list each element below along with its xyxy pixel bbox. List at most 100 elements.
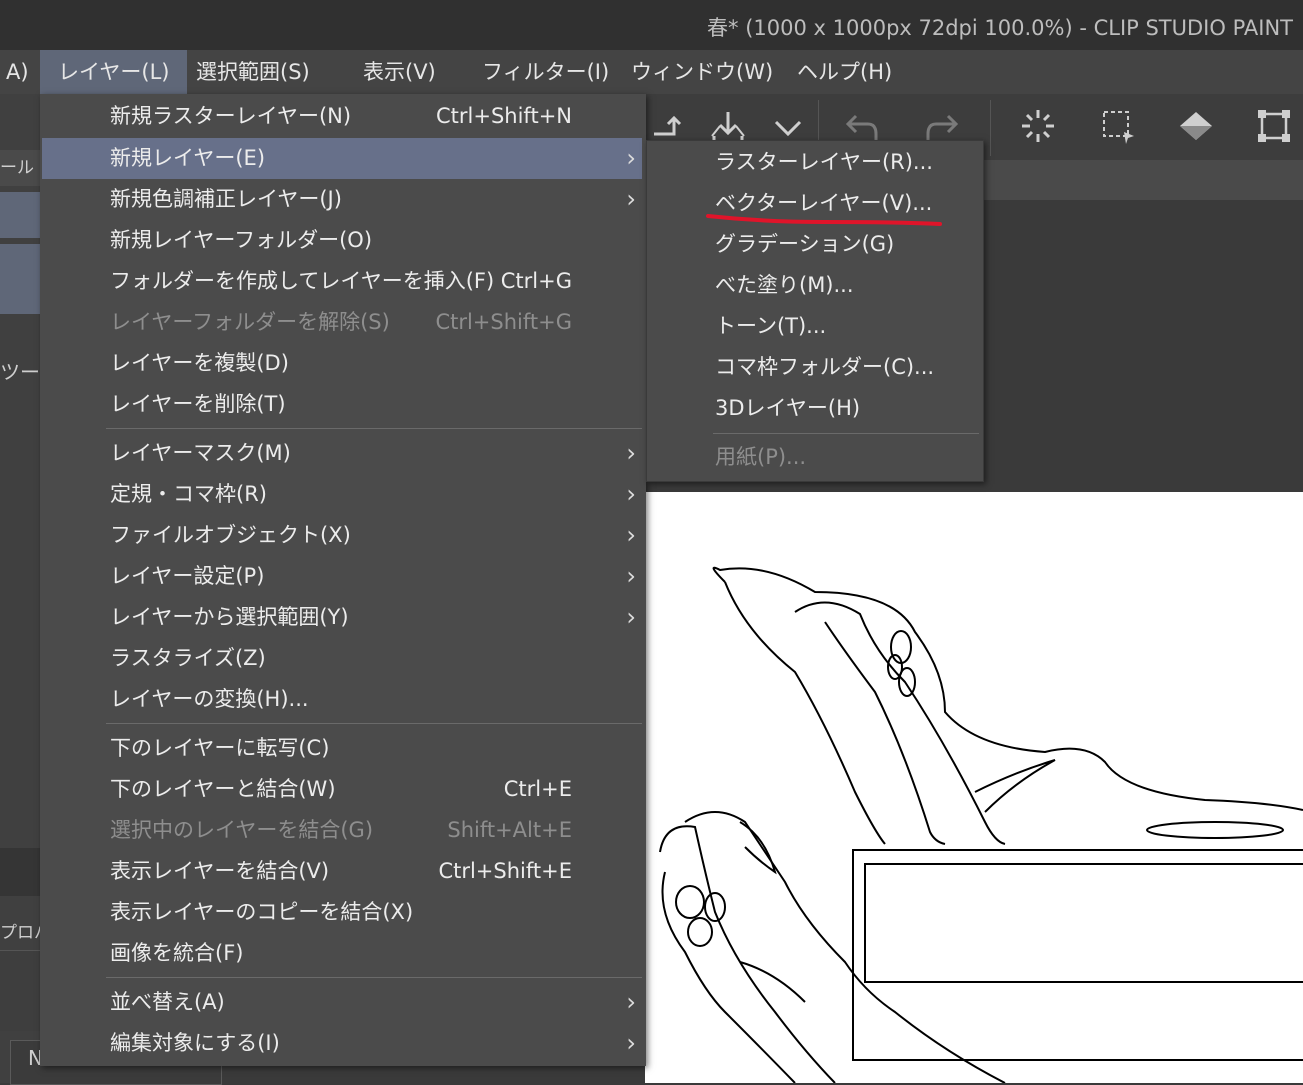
- menu-item-label: 新規ラスターレイヤー(N): [110, 104, 352, 128]
- menu-item-layer-settings[interactable]: レイヤー設定(P) ›: [42, 556, 642, 597]
- menu-item-label: 選択中のレイヤーを結合(G): [110, 818, 374, 842]
- menu-item-new-correction-layer[interactable]: 新規色調補正レイヤー(J) ›: [42, 179, 642, 220]
- chevron-right-icon: ›: [626, 603, 636, 631]
- red-annotation-underline: [706, 214, 942, 226]
- new-layer-submenu: ラスターレイヤー(R)... ベクターレイヤー(V)... グラデーション(G)…: [646, 140, 984, 482]
- submenu-item-label: べた塗り(M)...: [715, 273, 854, 297]
- chevron-right-icon: ›: [626, 988, 636, 1016]
- toolbar-separator: [990, 100, 991, 156]
- menu-item-shortcut: Ctrl+E: [503, 777, 572, 801]
- line-art-drawing: [659, 566, 1303, 1083]
- menu-separator: [106, 428, 642, 429]
- menu-item-new-layer-folder[interactable]: 新規レイヤーフォルダー(O): [42, 220, 642, 261]
- menu-item-set-edit-target[interactable]: 編集対象にする(I) ›: [42, 1023, 642, 1064]
- menubar-item-help[interactable]: ヘルプ(H): [791, 50, 898, 94]
- menu-item-merge-selected[interactable]: 選択中のレイヤーを結合(G) Shift+Alt+E: [42, 810, 642, 851]
- menubar-item-layer[interactable]: レイヤー(L): [40, 50, 188, 94]
- menu-item-label: ラスタライズ(Z): [110, 646, 266, 670]
- menu-item-selection-from-layer[interactable]: レイヤーから選択範囲(Y) ›: [42, 597, 642, 638]
- menu-item-merge-visible[interactable]: 表示レイヤーを結合(V) Ctrl+Shift+E: [42, 851, 642, 892]
- menubar-item-filter[interactable]: フィルター(I): [476, 50, 615, 94]
- select-all-icon[interactable]: [1098, 106, 1138, 146]
- menu-item-label: 新規レイヤーフォルダー(O): [110, 228, 373, 252]
- menu-item-rasterize[interactable]: ラスタライズ(Z): [42, 638, 642, 679]
- menu-item-label: レイヤーの変換(H)...: [110, 687, 309, 711]
- submenu-item-frame-folder[interactable]: コマ枠フォルダー(C)...: [647, 347, 983, 388]
- menu-item-ruler-frame[interactable]: 定規・コマ枠(R) ›: [42, 474, 642, 515]
- submenu-item-label: トーン(T)...: [715, 314, 827, 338]
- menu-item-create-folder-insert[interactable]: フォルダーを作成してレイヤーを挿入(F) Ctrl+G: [42, 261, 642, 302]
- submenu-item-paper[interactable]: 用紙(P)...: [647, 437, 983, 478]
- menu-item-label: 編集対象にする(I): [110, 1031, 280, 1055]
- menu-item-label: レイヤーマスク(M): [110, 441, 291, 465]
- menu-item-merge-below[interactable]: 下のレイヤーと結合(W) Ctrl+E: [42, 769, 642, 810]
- menu-item-shortcut: Ctrl+Shift+E: [438, 859, 572, 883]
- chevron-right-icon: ›: [626, 521, 636, 549]
- submenu-item-3d-layer[interactable]: 3Dレイヤー(H): [647, 388, 983, 429]
- menu-separator: [106, 723, 642, 724]
- submenu-item-fill[interactable]: べた塗り(M)...: [647, 265, 983, 306]
- transform-icon[interactable]: [1254, 106, 1294, 146]
- submenu-item-label: ラスターレイヤー(R)...: [715, 150, 933, 174]
- menu-item-label: レイヤーフォルダーを解除(S): [110, 310, 390, 334]
- chevron-right-icon: ›: [626, 480, 636, 508]
- menu-item-convert-layer[interactable]: レイヤーの変換(H)...: [42, 679, 642, 720]
- submenu-item-tone[interactable]: トーン(T)...: [647, 306, 983, 347]
- menu-item-label: 画像を統合(F): [110, 941, 244, 965]
- menu-item-label: レイヤーから選択範囲(Y): [110, 605, 349, 629]
- fill-icon[interactable]: [1176, 106, 1216, 146]
- panel-divider: [0, 848, 40, 896]
- selection-launcher-icon[interactable]: [1018, 106, 1058, 146]
- submenu-separator: [713, 433, 979, 434]
- menu-item-label: 新規色調補正レイヤー(J): [110, 187, 342, 211]
- menu-item-delete-layer[interactable]: レイヤーを削除(T): [42, 384, 642, 425]
- tool-panel-tab[interactable]: ール: [0, 150, 40, 186]
- menubar-item-window[interactable]: ウィンドウ(W): [625, 50, 779, 94]
- menu-item-file-object[interactable]: ファイルオブジェクト(X) ›: [42, 515, 642, 556]
- menu-item-label: 表示レイヤーを結合(V): [110, 859, 330, 883]
- menubar-item-view[interactable]: 表示(V): [357, 50, 442, 94]
- menu-item-duplicate-layer[interactable]: レイヤーを複製(D): [42, 343, 642, 384]
- canvas-drawing[interactable]: [645, 492, 1303, 1083]
- menu-item-transfer-below[interactable]: 下のレイヤーに転写(C): [42, 728, 642, 769]
- submenu-item-label: 3Dレイヤー(H): [715, 396, 861, 420]
- property-panel: [0, 950, 40, 1031]
- menu-item-label: 定規・コマ枠(R): [110, 482, 267, 506]
- menu-item-new-raster-layer[interactable]: 新規ラスターレイヤー(N) Ctrl+Shift+N: [42, 96, 642, 137]
- subtool-item-selected[interactable]: [0, 244, 40, 314]
- chevron-right-icon: ›: [626, 439, 636, 467]
- menubar-item-selection[interactable]: 選択範囲(S): [190, 50, 316, 94]
- submenu-item-label: 用紙(P)...: [715, 445, 807, 469]
- submenu-item-raster-layer[interactable]: ラスターレイヤー(R)...: [647, 142, 983, 183]
- menu-item-layer-mask[interactable]: レイヤーマスク(M) ›: [42, 433, 642, 474]
- menu-item-shortcut: Ctrl+Shift+N: [436, 104, 572, 128]
- menu-item-label: 新規レイヤー(E): [110, 146, 266, 170]
- property-panel-label: プロパ: [0, 923, 40, 943]
- menu-item-merge-visible-copy[interactable]: 表示レイヤーのコピーを結合(X): [42, 892, 642, 933]
- menu-item-label: 表示レイヤーのコピーを結合(X): [110, 900, 414, 924]
- menu-bar: A) レイヤー(L) 選択範囲(S) 表示(V) フィルター(I) ウィンドウ(…: [0, 50, 1303, 94]
- menu-item-release-folder[interactable]: レイヤーフォルダーを解除(S) Ctrl+Shift+G: [42, 302, 642, 343]
- menu-item-label: レイヤー設定(P): [110, 564, 265, 588]
- menu-item-label: 並べ替え(A): [110, 990, 225, 1014]
- menu-item-label: 下のレイヤーと結合(W): [110, 777, 336, 801]
- chevron-right-icon: ›: [626, 144, 636, 172]
- chevron-right-icon: ›: [626, 562, 636, 590]
- menu-item-label: ファイルオブジェクト(X): [110, 523, 351, 547]
- menu-item-label: 下のレイヤーに転写(C): [110, 736, 330, 760]
- menu-item-new-layer[interactable]: 新規レイヤー(E) ›: [42, 138, 642, 179]
- tool-item-selected[interactable]: [0, 192, 40, 238]
- menu-item-label: レイヤーを複製(D): [110, 351, 289, 375]
- menubar-item-edit-partial[interactable]: A): [0, 50, 35, 94]
- menu-item-shortcut: Ctrl+Shift+G: [435, 310, 572, 334]
- tool-property-label: ツー: [0, 360, 40, 384]
- menu-item-shortcut: Shift+Alt+E: [447, 818, 572, 842]
- submenu-item-label: コマ枠フォルダー(C)...: [715, 355, 935, 379]
- window-title: 春* (1000 x 1000px 72dpi 100.0%) - CLIP S…: [707, 16, 1293, 40]
- menu-item-label: フォルダーを作成してレイヤーを挿入(F): [110, 269, 495, 293]
- menu-item-sort[interactable]: 並べ替え(A) ›: [42, 982, 642, 1023]
- menu-separator: [106, 977, 642, 978]
- chevron-right-icon: ›: [626, 185, 636, 213]
- layer-menu: 新規ラスターレイヤー(N) Ctrl+Shift+N 新規レイヤー(E) › 新…: [40, 94, 646, 1066]
- menu-item-flatten-image[interactable]: 画像を統合(F): [42, 933, 642, 974]
